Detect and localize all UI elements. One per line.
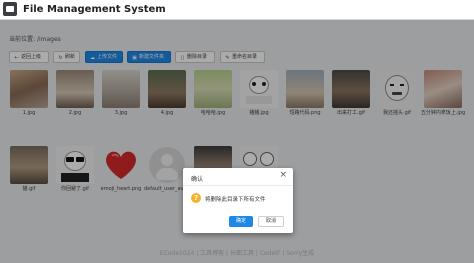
close-icon[interactable]: ×	[279, 171, 287, 180]
warning-icon: ?	[191, 193, 201, 203]
confirm-dialog: 确认 × ? 将删除此目录下所有文件 确定 取消	[183, 168, 293, 233]
top-bar: File Management System	[0, 0, 474, 20]
app-logo-icon	[3, 2, 17, 16]
dialog-divider	[183, 185, 293, 186]
footer-links[interactable]: ECode1024 | 工具博客 | 长图工具 | CodeIF | Sorry…	[0, 248, 474, 257]
dialog-message: 将删除此目录下所有文件	[205, 197, 266, 203]
dialog-title: 确认	[191, 176, 204, 183]
confirm-button[interactable]: 确定	[229, 216, 253, 227]
cancel-button[interactable]: 取消	[258, 216, 284, 227]
app-title: File Management System	[23, 4, 166, 15]
